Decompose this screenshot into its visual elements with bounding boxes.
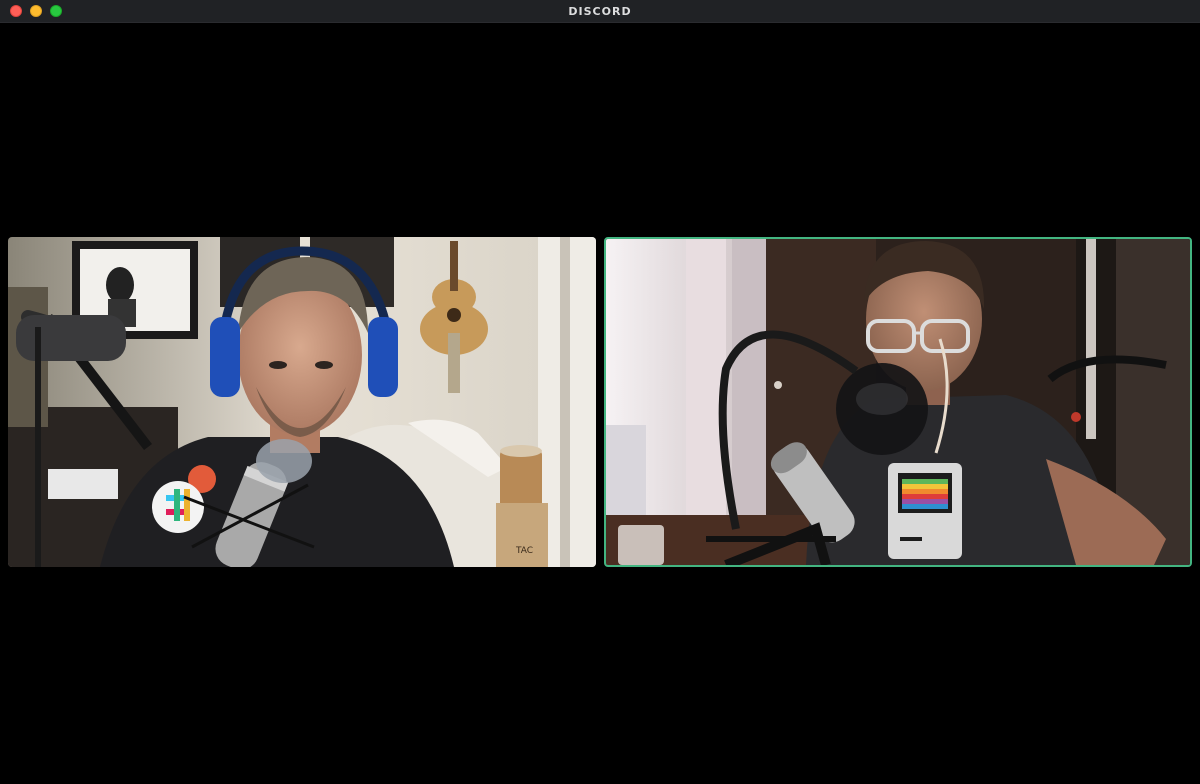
minimize-window-button[interactable] bbox=[30, 5, 42, 17]
svg-text:TAC: TAC bbox=[515, 546, 533, 556]
participant-video-feed bbox=[606, 239, 1190, 565]
zoom-window-button[interactable] bbox=[50, 5, 62, 17]
participant-video-tile-right[interactable] bbox=[604, 237, 1192, 567]
participant-video-feed: TAC bbox=[8, 237, 596, 567]
video-call-stage: TAC bbox=[0, 23, 1200, 784]
window-controls bbox=[10, 5, 62, 17]
app-window: DISCORD TAC bbox=[0, 0, 1200, 784]
close-window-button[interactable] bbox=[10, 5, 22, 17]
window-title: DISCORD bbox=[568, 4, 632, 18]
title-bar[interactable]: DISCORD bbox=[0, 0, 1200, 23]
participant-video-tile-left[interactable]: TAC bbox=[8, 237, 596, 567]
